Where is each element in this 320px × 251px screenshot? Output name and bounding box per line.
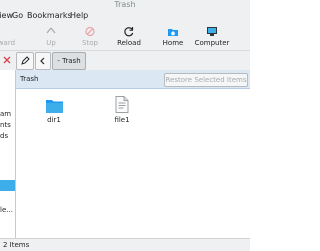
close-icon[interactable] xyxy=(2,55,12,65)
computer-label: Computer xyxy=(194,39,230,47)
trash-header: Trash Restore Selected Items xyxy=(16,70,250,89)
sidebar-item-3[interactable]: ds xyxy=(0,132,8,140)
file-name: file1 xyxy=(114,116,130,124)
restore-selected-items-button[interactable]: Restore Selected Items xyxy=(164,73,248,87)
forward-label: rward xyxy=(0,39,16,47)
folder-icon xyxy=(46,100,63,113)
stop-button[interactable]: Stop xyxy=(76,23,104,50)
breadcrumb-back-button[interactable] xyxy=(35,52,51,70)
breadcrumb-trash[interactable]: - Trash xyxy=(52,52,86,70)
item-count: 2 Items xyxy=(3,241,30,249)
reload-label: Reload xyxy=(117,39,141,47)
menu-bookmarks[interactable]: Bookmarks xyxy=(27,9,72,23)
statusbar: 2 Items xyxy=(0,238,250,251)
stop-icon xyxy=(85,26,95,37)
sidebar-item-2[interactable]: nts xyxy=(0,121,11,129)
home-folder-icon xyxy=(168,29,178,36)
sidebar-item-1[interactable]: am xyxy=(0,110,11,118)
sidebar-item-selected[interactable] xyxy=(0,180,15,191)
up-button[interactable]: Up xyxy=(38,23,64,50)
up-label: Up xyxy=(46,39,56,47)
computer-icon xyxy=(207,27,217,36)
main-toolbar: rward Up Stop Reload Home Comp xyxy=(0,23,250,50)
reload-button[interactable]: Reload xyxy=(114,23,144,50)
reload-icon xyxy=(124,27,134,37)
home-button[interactable]: Home xyxy=(158,23,188,50)
chevron-left-icon xyxy=(40,57,45,65)
window-title: Trash xyxy=(0,0,250,9)
trash-header-label: Trash xyxy=(20,75,39,83)
menu-help[interactable]: Help xyxy=(70,9,88,23)
edit-location-button[interactable] xyxy=(16,52,34,70)
text-file-icon xyxy=(115,96,129,113)
places-sidebar: am nts ds le... xyxy=(0,70,16,238)
arrow-up-icon xyxy=(46,27,56,34)
stop-label: Stop xyxy=(82,39,98,47)
home-label: Home xyxy=(162,39,184,47)
pencil-icon xyxy=(21,56,30,65)
menu-go[interactable]: Go xyxy=(12,9,23,23)
file-name: dir1 xyxy=(47,116,61,124)
file-view: Trash Restore Selected Items dir1 file1 xyxy=(16,70,250,238)
menubar: View Go Bookmarks Help xyxy=(0,9,250,23)
location-bar: - Trash xyxy=(0,50,250,71)
sidebar-item-4[interactable]: le... xyxy=(0,206,13,214)
computer-button[interactable]: Computer xyxy=(192,23,232,50)
forward-button[interactable]: rward xyxy=(0,23,18,50)
